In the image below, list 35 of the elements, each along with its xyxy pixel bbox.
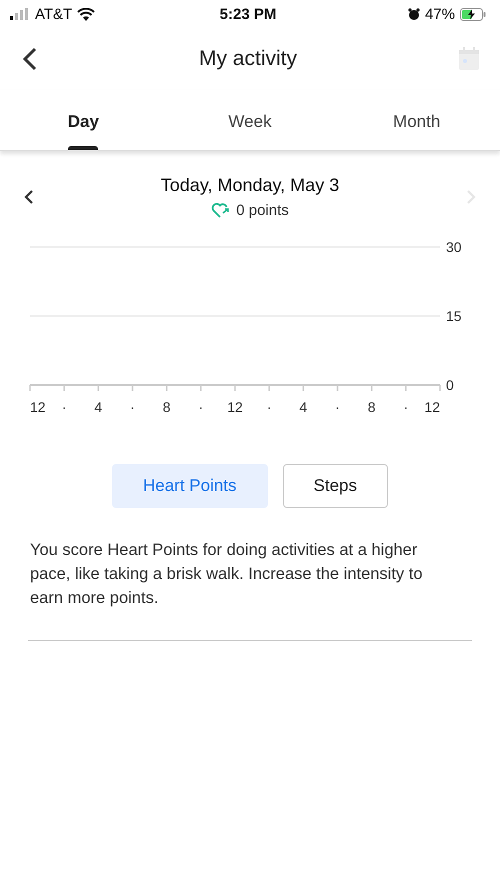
metric-button[interactable]: Steps — [282, 464, 388, 508]
metric-button[interactable]: Heart Points — [112, 464, 268, 508]
x-axis-label: · — [266, 399, 272, 415]
tab[interactable]: Week — [166, 90, 334, 150]
x-axis-label: 12 — [30, 399, 46, 415]
y-axis-label: 15 — [446, 308, 462, 324]
clock-time: 5:23 PM — [220, 6, 276, 22]
x-axis-label: 8 — [368, 399, 376, 415]
x-axis-label: 12 — [227, 399, 243, 415]
x-axis-label: 4 — [299, 399, 308, 415]
previous-day-button[interactable] — [24, 189, 34, 205]
x-axis-label: · — [335, 399, 340, 415]
signal-icon — [10, 8, 30, 20]
wifi-icon — [77, 8, 96, 20]
battery-percent: 47% — [424, 6, 455, 22]
points-value: 0 points — [236, 202, 289, 219]
battery-icon — [460, 8, 486, 20]
alarm-icon — [408, 8, 420, 20]
description-text: You score Heart Points for doing activities at a higher pace, like taking a brisk walk. Increase the intensity to earn more points. — [30, 540, 424, 609]
tab[interactable]: Day — [0, 90, 167, 150]
x-axis-label: · — [404, 399, 408, 415]
screen-title: My activity — [198, 47, 297, 71]
day-title: Today, Monday, May 3 — [160, 175, 340, 196]
y-axis-label: 0 — [446, 377, 454, 393]
tab[interactable]: Month — [333, 90, 500, 150]
back-button[interactable] — [22, 47, 38, 71]
x-axis-label: · — [62, 399, 66, 415]
x-axis-label: · — [198, 399, 204, 415]
x-axis-label: 4 — [94, 399, 102, 415]
x-axis-label: 12 — [424, 399, 440, 415]
carrier-name: AT&T — [35, 6, 72, 22]
y-axis-label: 30 — [446, 239, 462, 255]
x-axis-label: · — [130, 399, 135, 415]
x-axis-label: 8 — [162, 399, 171, 415]
heart-icon — [211, 202, 230, 219]
